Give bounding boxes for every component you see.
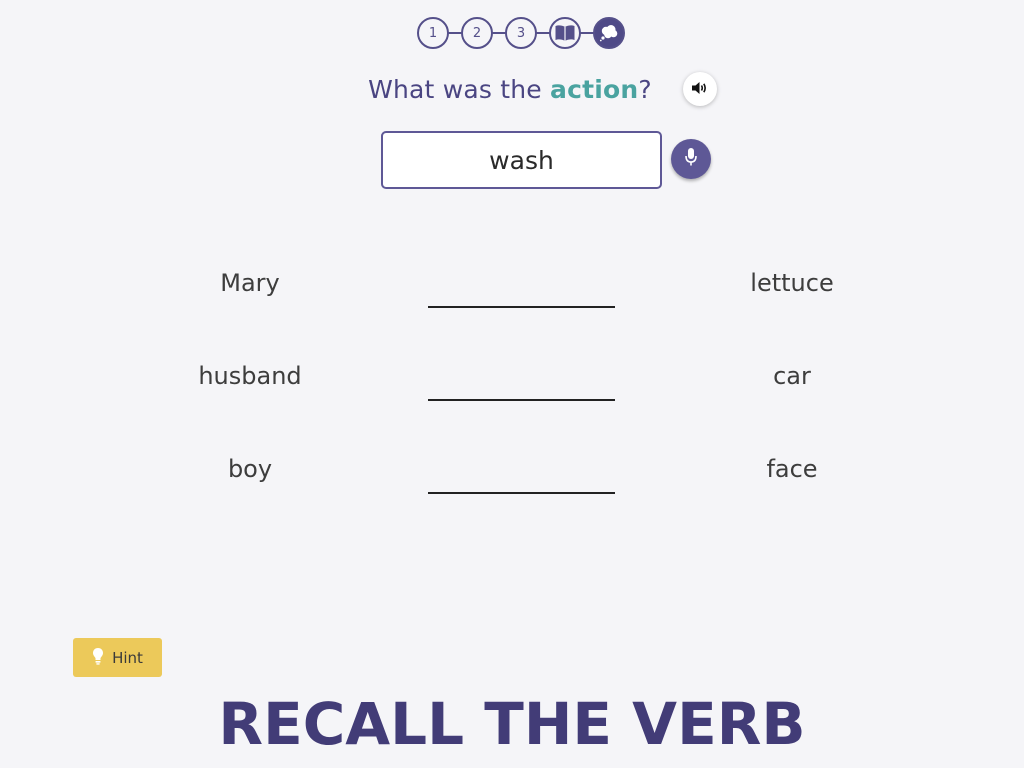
step-3-label: 3	[516, 25, 526, 41]
play-audio-button[interactable]	[683, 72, 717, 106]
verb-blank	[428, 399, 615, 401]
sentence-subject: Mary	[220, 269, 280, 297]
progress-stepper: 1 2 3	[417, 17, 627, 49]
sentence-subject: husband	[198, 362, 302, 390]
microphone-button[interactable]	[671, 139, 711, 179]
verb-blank	[428, 306, 615, 308]
verb-blank	[428, 492, 615, 494]
hint-label: Hint	[112, 648, 143, 667]
lightbulb-icon	[92, 647, 104, 669]
question-suffix: ?	[638, 75, 652, 104]
sentence-object: lettuce	[750, 269, 834, 297]
exercise-title: RECALL THE VERB	[218, 690, 806, 758]
sentence-object: face	[766, 455, 818, 483]
sentence-subject: boy	[227, 455, 273, 483]
book-icon	[554, 24, 576, 42]
speaker-icon	[691, 80, 709, 99]
sentence-row: husband car	[0, 362, 1024, 422]
step-5	[593, 17, 625, 49]
question-prefix: What was the	[368, 75, 551, 104]
step-1-label: 1	[428, 25, 438, 41]
thought-bubble-icon	[599, 24, 619, 42]
answer-input[interactable]	[381, 131, 662, 189]
step-3: 3	[505, 17, 537, 49]
hint-button[interactable]: Hint	[73, 638, 162, 677]
sentence-row: Mary lettuce	[0, 269, 1024, 329]
sentence-object: car	[773, 362, 811, 390]
question-text: What was the action?	[340, 75, 680, 104]
sentence-row: boy face	[0, 455, 1024, 515]
microphone-icon	[684, 147, 698, 171]
step-2: 2	[461, 17, 493, 49]
question-keyword: action	[550, 75, 639, 104]
step-4	[549, 17, 581, 49]
step-1: 1	[417, 17, 449, 49]
step-2-label: 2	[472, 25, 482, 41]
